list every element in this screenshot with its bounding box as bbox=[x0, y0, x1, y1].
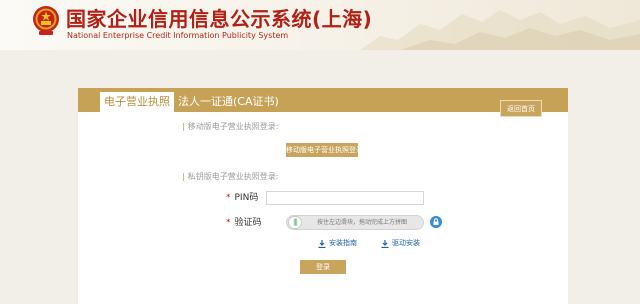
private-section-title: | 私钥版电子营业执照登录: bbox=[182, 172, 278, 182]
captcha-label: * 验证码 bbox=[226, 218, 262, 229]
mobile-section-title: | 移动版电子营业执照登录: bbox=[182, 122, 278, 132]
tab-bar: 电子营业执照 法人一证通(CA证书) bbox=[78, 88, 568, 112]
site-title: 国家企业信用信息公示系统(上海) bbox=[66, 7, 373, 31]
slider-handle[interactable]: ||| bbox=[288, 216, 302, 229]
install-guide-link[interactable]: 安装指南 bbox=[329, 239, 357, 248]
lock-icon bbox=[430, 216, 442, 228]
mobile-license-login-button[interactable]: 移动版电子营业执照登录 bbox=[286, 143, 363, 157]
national-emblem-icon bbox=[33, 6, 59, 35]
required-asterisk: * bbox=[226, 218, 231, 228]
back-home-button[interactable]: 返回首页 bbox=[500, 100, 542, 117]
login-button[interactable]: 登录 bbox=[300, 260, 346, 274]
section-marker: | bbox=[182, 172, 185, 181]
download-icon bbox=[318, 240, 326, 248]
required-asterisk: * bbox=[226, 193, 231, 203]
site-subtitle: National Enterprise Credit Information P… bbox=[67, 31, 289, 40]
mobile-section-label: 移动版电子营业执照登录: bbox=[187, 122, 279, 131]
captcha-label-text: 验证码 bbox=[234, 218, 262, 228]
download-icon bbox=[381, 240, 389, 248]
tab-electronic-license[interactable]: 电子营业执照 bbox=[100, 92, 174, 112]
pin-label-text: PIN码 bbox=[234, 193, 259, 203]
section-marker: | bbox=[182, 122, 185, 131]
tab-ca-certificate[interactable]: 法人一证通(CA证书) bbox=[178, 92, 279, 112]
private-section-label: 私钥版电子营业执照登录: bbox=[187, 172, 279, 181]
pin-input[interactable] bbox=[266, 191, 424, 205]
pin-label: * PIN码 bbox=[226, 193, 258, 204]
login-panel: 电子营业执照 法人一证通(CA证书) 返回首页 | 移动版电子营业执照登录: 移动… bbox=[78, 88, 568, 304]
slider-hint: 按住左边滑块，拖动完成上方拼图 bbox=[317, 219, 408, 226]
site-header: 国家企业信用信息公示系统(上海) National Enterprise Cre… bbox=[0, 0, 640, 50]
driver-install-link[interactable]: 驱动安装 bbox=[392, 239, 420, 248]
captcha-slider[interactable]: ||| 按住左边滑块，拖动完成上方拼图 bbox=[286, 215, 424, 230]
